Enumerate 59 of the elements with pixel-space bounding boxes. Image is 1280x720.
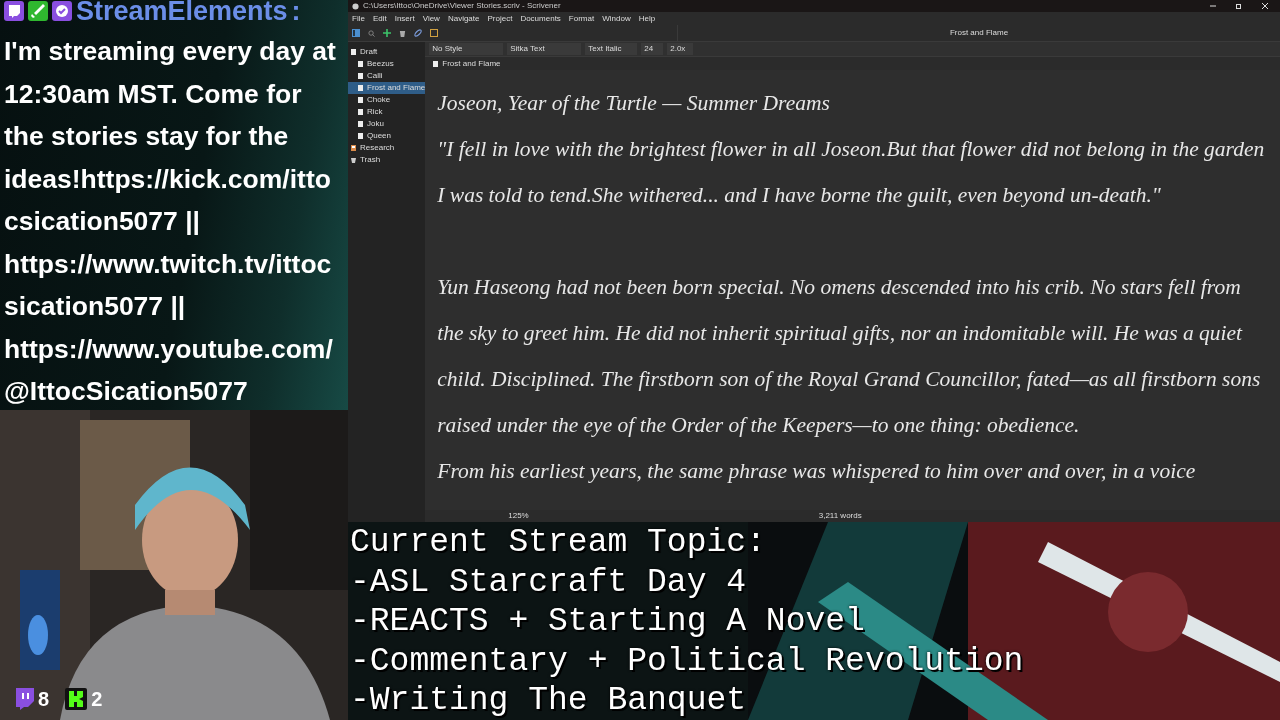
typeface-dropdown[interactable]: Text Italic xyxy=(585,43,638,55)
window-title: C:\Users\Ittoc\OneDrive\Viewer Stories.scriv - Scrivener xyxy=(363,0,561,12)
font-dropdown[interactable]: Sitka Text xyxy=(507,43,582,55)
minimize-icon[interactable] xyxy=(1210,3,1216,9)
binder-item[interactable]: Joku xyxy=(348,118,426,130)
research-icon xyxy=(351,145,356,151)
trash-icon[interactable] xyxy=(399,29,406,37)
menu-item[interactable]: Insert xyxy=(394,12,415,25)
topic-line: -Writing The Banquet xyxy=(350,681,748,720)
style-dropdown[interactable]: No Style xyxy=(429,43,504,55)
binder-item[interactable]: Beezus xyxy=(348,58,426,70)
chat-username: StreamElements xyxy=(76,0,288,22)
menu-item[interactable]: Documents xyxy=(520,12,561,25)
menu-item[interactable]: Project xyxy=(487,12,513,25)
paragraph: Yun Haseong had not been born special. No omens descended into his crib. No stars fell from the sky to greet him. He did not inherit spiritual gifts, nor an indomitable will. He was a quiet child. Disciplined. The firstborn son of the Royal Grand Councillor, fated—as all firstborn sons raised under the eye of the Order of the Keepers—to one thing: obedience. xyxy=(437,274,1262,439)
paperclip-icon[interactable] xyxy=(414,29,422,37)
binder-item[interactable]: Trash xyxy=(348,154,426,166)
chat-badge-icon xyxy=(4,1,24,21)
menu-item[interactable]: View xyxy=(422,12,440,25)
word-count: 3,211 words xyxy=(818,510,862,522)
menu-item[interactable]: Help xyxy=(638,12,656,25)
size-dropdown[interactable]: 24 xyxy=(641,43,664,55)
binder-item[interactable]: Queen xyxy=(348,130,426,142)
chat-message: I'm streaming every day at 12:30am MST. Come for the stories stay for the ideas!https://kick.com/ittocsication5077 || https://www.twitch.tv/ittocsication5077 || https://www.youtube.com/@IttocSication5077 xyxy=(4,35,337,408)
document-title: Frost and Flame xyxy=(949,28,1009,37)
binder-item[interactable]: Rick xyxy=(348,106,426,118)
binder-item[interactable]: Calli xyxy=(348,70,426,82)
menu-item[interactable]: Window xyxy=(602,12,631,25)
verified-badge-icon xyxy=(52,1,72,21)
close-icon[interactable] xyxy=(1262,3,1268,9)
breadcrumb[interactable]: Frost and Flame xyxy=(442,57,501,70)
binder-item[interactable]: Draft xyxy=(348,46,426,58)
paragraph: From his earliest years, the same phrase was whispered to him over and over, in a voice xyxy=(437,458,1197,485)
line-spacing-dropdown[interactable]: 2.0x xyxy=(667,43,694,55)
restore-icon[interactable] xyxy=(1236,3,1242,9)
topic-line: -REACTS + Starting A Novel xyxy=(350,602,866,642)
sword-badge-icon xyxy=(28,1,48,21)
folder-document-icon xyxy=(351,49,356,55)
topic-heading: Current Stream Topic: xyxy=(350,523,767,563)
binder-item[interactable]: Frost and Flame xyxy=(348,82,426,94)
binder-item[interactable]: Research xyxy=(348,142,426,154)
menu-item[interactable]: Format xyxy=(568,12,595,25)
username-separator: : xyxy=(291,0,301,22)
menu-item[interactable]: Edit xyxy=(372,12,387,25)
chapter-heading: Joseon, Year of the Turtle — Summer Dreams xyxy=(437,90,831,117)
search-icon[interactable] xyxy=(368,29,375,37)
layout-icon[interactable] xyxy=(352,29,360,37)
binder-item[interactable]: Choke xyxy=(348,94,426,106)
zoom-dropdown[interactable]: 125% xyxy=(508,510,529,522)
app-icon xyxy=(352,2,359,10)
menu-item[interactable]: Navigate xyxy=(447,12,480,25)
topic-line: -Commentary + Political Revolution xyxy=(350,641,1025,681)
document-icon xyxy=(433,60,439,67)
trash-icon xyxy=(351,157,356,163)
topic-line: -ASL Starcraft Day 4 xyxy=(350,562,748,602)
notes-icon[interactable] xyxy=(430,29,438,37)
menu-item[interactable]: File xyxy=(352,12,365,25)
paragraph: "I fell in love with the brightest flower in all Joseon.But that flower did not belong in the garden I was told to tend.She withered... and I have borne the guilt, even beyond un-death." xyxy=(437,136,1266,209)
add-icon[interactable] xyxy=(383,29,391,37)
